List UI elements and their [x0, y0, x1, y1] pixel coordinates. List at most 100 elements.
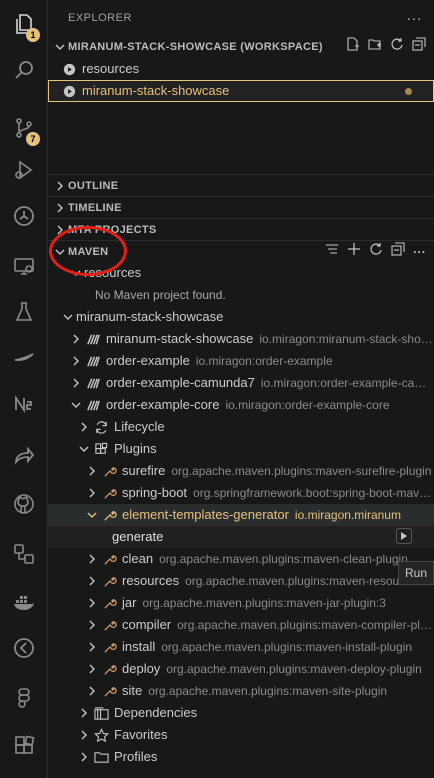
kubernetes-icon[interactable]: [0, 194, 48, 238]
timeline-title: TIMELINE: [68, 201, 122, 214]
explorer-header: EXPLORER ···: [48, 0, 434, 36]
add-icon[interactable]: [347, 241, 361, 262]
collapse-all-icon[interactable]: [391, 241, 405, 262]
outline-section-header[interactable]: OUTLINE: [48, 174, 434, 196]
project-desc: io.miragon:order-example: [195, 354, 333, 368]
chevron-right-icon: [52, 178, 68, 194]
plugin-item-selected[interactable]: element-templates-generator io.miragon.m…: [48, 504, 434, 526]
plugin-label: resources: [122, 573, 180, 588]
docker-icon[interactable]: [0, 580, 48, 624]
folder-item-resources[interactable]: resources: [48, 58, 434, 80]
lifecycle-item[interactable]: Lifecycle: [48, 416, 434, 438]
timeline-section-header[interactable]: TIMELINE: [48, 196, 434, 218]
workspace-title: MIRANUM-STACK-SHOWCASE (WORKSPACE): [68, 41, 323, 53]
chevron-down-icon: [76, 441, 92, 457]
source-control-badge: 7: [26, 132, 40, 146]
modified-dot: [405, 88, 412, 95]
plugin-item[interactable]: spring-boot org.springframework.boot:spr…: [48, 482, 434, 504]
dependencies-item[interactable]: Dependencies: [48, 702, 434, 724]
wrench-icon: [100, 551, 118, 567]
folder-label: resources: [82, 61, 140, 76]
project-label: order-example-core: [106, 397, 220, 412]
run-play-icon[interactable]: [396, 528, 412, 544]
wrench-icon: [100, 661, 118, 677]
goal-item[interactable]: generate: [48, 526, 434, 548]
plugin-desc: org.apache.maven.plugins:maven-compiler-…: [177, 618, 434, 632]
chevron-right-icon: [52, 200, 68, 216]
testing-icon[interactable]: [0, 290, 48, 334]
run-debug-icon[interactable]: [0, 148, 48, 192]
plugin-desc: io.miragon.miranum: [294, 508, 401, 522]
github-icon[interactable]: [0, 482, 48, 526]
plugin-label: deploy: [122, 661, 161, 676]
collapse-all-icon[interactable]: [412, 36, 426, 58]
chevron-down-icon: [60, 309, 76, 325]
chevron-right-icon: [76, 727, 92, 743]
workspace-section-header[interactable]: MIRANUM-STACK-SHOWCASE (WORKSPACE): [48, 36, 434, 58]
profiles-item[interactable]: Profiles: [48, 746, 434, 768]
filter-icon[interactable]: [325, 241, 339, 262]
folder-icon: [92, 749, 110, 765]
chevron-right-icon: [76, 705, 92, 721]
folder-item-miranum[interactable]: miranum-stack-showcase: [48, 80, 434, 102]
explorer-sidebar: EXPLORER ··· MIRANUM-STACK-SHOWCASE (WOR…: [48, 0, 434, 778]
new-folder-icon[interactable]: [368, 36, 382, 58]
chevron-right-icon: [84, 617, 100, 633]
plugin-label: element-templates-generator: [122, 507, 289, 522]
plugin-item[interactable]: deploy org.apache.maven.plugins:maven-de…: [48, 658, 434, 680]
wrench-icon: [100, 595, 118, 611]
remote-explorer-icon[interactable]: [0, 244, 48, 288]
maven-project-item[interactable]: order-example-core io.miragon:order-exam…: [48, 394, 434, 416]
plugins-item[interactable]: Plugins: [48, 438, 434, 460]
activity-bar: 1 7: [0, 0, 48, 778]
favorites-item[interactable]: Favorites: [48, 724, 434, 746]
plugin-item[interactable]: resources org.apache.maven.plugins:maven…: [48, 570, 434, 592]
timeline-icon[interactable]: [0, 626, 48, 670]
maven-project-item[interactable]: order-example-camunda7 io.miragon:order-…: [48, 372, 434, 394]
chevron-right-icon: [84, 463, 100, 479]
diagram-icon[interactable]: [0, 532, 48, 576]
plugin-item[interactable]: jar org.apache.maven.plugins:maven-jar-p…: [48, 592, 434, 614]
more-actions-icon[interactable]: ···: [407, 10, 423, 26]
plugin-label: site: [122, 683, 143, 698]
refresh-icon[interactable]: [390, 36, 404, 58]
more-actions-icon[interactable]: ···: [413, 241, 426, 262]
wrench-icon: [100, 617, 118, 633]
chevron-down-icon: [68, 397, 84, 413]
figma-icon[interactable]: [0, 676, 48, 720]
project-desc: io.miragon:order-example-camunda7: [260, 376, 434, 390]
nx-console-icon[interactable]: [0, 382, 48, 426]
plugin-item[interactable]: compiler org.apache.maven.plugins:maven-…: [48, 614, 434, 636]
explorer-icon[interactable]: 1: [0, 2, 48, 46]
plugin-desc: org.apache.maven.plugins:maven-site-plug…: [148, 684, 388, 698]
project-desc: io.miragon:miranum-stack-showcase: [259, 332, 434, 346]
wrench-icon: [100, 683, 118, 699]
new-file-icon[interactable]: [346, 36, 360, 58]
share-icon[interactable]: [0, 434, 48, 478]
maven-root[interactable]: miranum-stack-showcase: [48, 306, 434, 328]
source-control-icon[interactable]: 7: [0, 106, 48, 150]
plugin-item[interactable]: surefire org.apache.maven.plugins:maven-…: [48, 460, 434, 482]
chevron-right-icon: [68, 375, 84, 391]
search-icon[interactable]: [0, 48, 48, 92]
refresh-icon[interactable]: [369, 241, 383, 262]
star-icon: [92, 727, 110, 743]
dependencies-label: Dependencies: [114, 705, 198, 720]
folder-play-icon: [60, 61, 78, 77]
maven-icon: [84, 397, 102, 413]
chevron-right-icon: [84, 639, 100, 655]
project-label: miranum-stack-showcase: [106, 331, 254, 346]
feather-icon[interactable]: [0, 336, 48, 380]
plugin-item[interactable]: install org.apache.maven.plugins:maven-i…: [48, 636, 434, 658]
chevron-right-icon: [76, 419, 92, 435]
plugin-label: surefire: [122, 463, 166, 478]
plugin-item[interactable]: clean org.apache.maven.plugins:maven-cle…: [48, 548, 434, 570]
maven-project-item[interactable]: order-example io.miragon:order-example: [48, 350, 434, 372]
extensions-icon: [92, 441, 110, 457]
no-project-text: No Maven project found.: [95, 288, 226, 302]
project-desc: io.miragon:order-example-core: [225, 398, 390, 412]
plugin-item[interactable]: site org.apache.maven.plugins:maven-site…: [48, 680, 434, 702]
wrench-icon: [100, 573, 118, 589]
extensions-icon[interactable]: [0, 724, 48, 768]
maven-project-item[interactable]: miranum-stack-showcase io.miragon:miranu…: [48, 328, 434, 350]
